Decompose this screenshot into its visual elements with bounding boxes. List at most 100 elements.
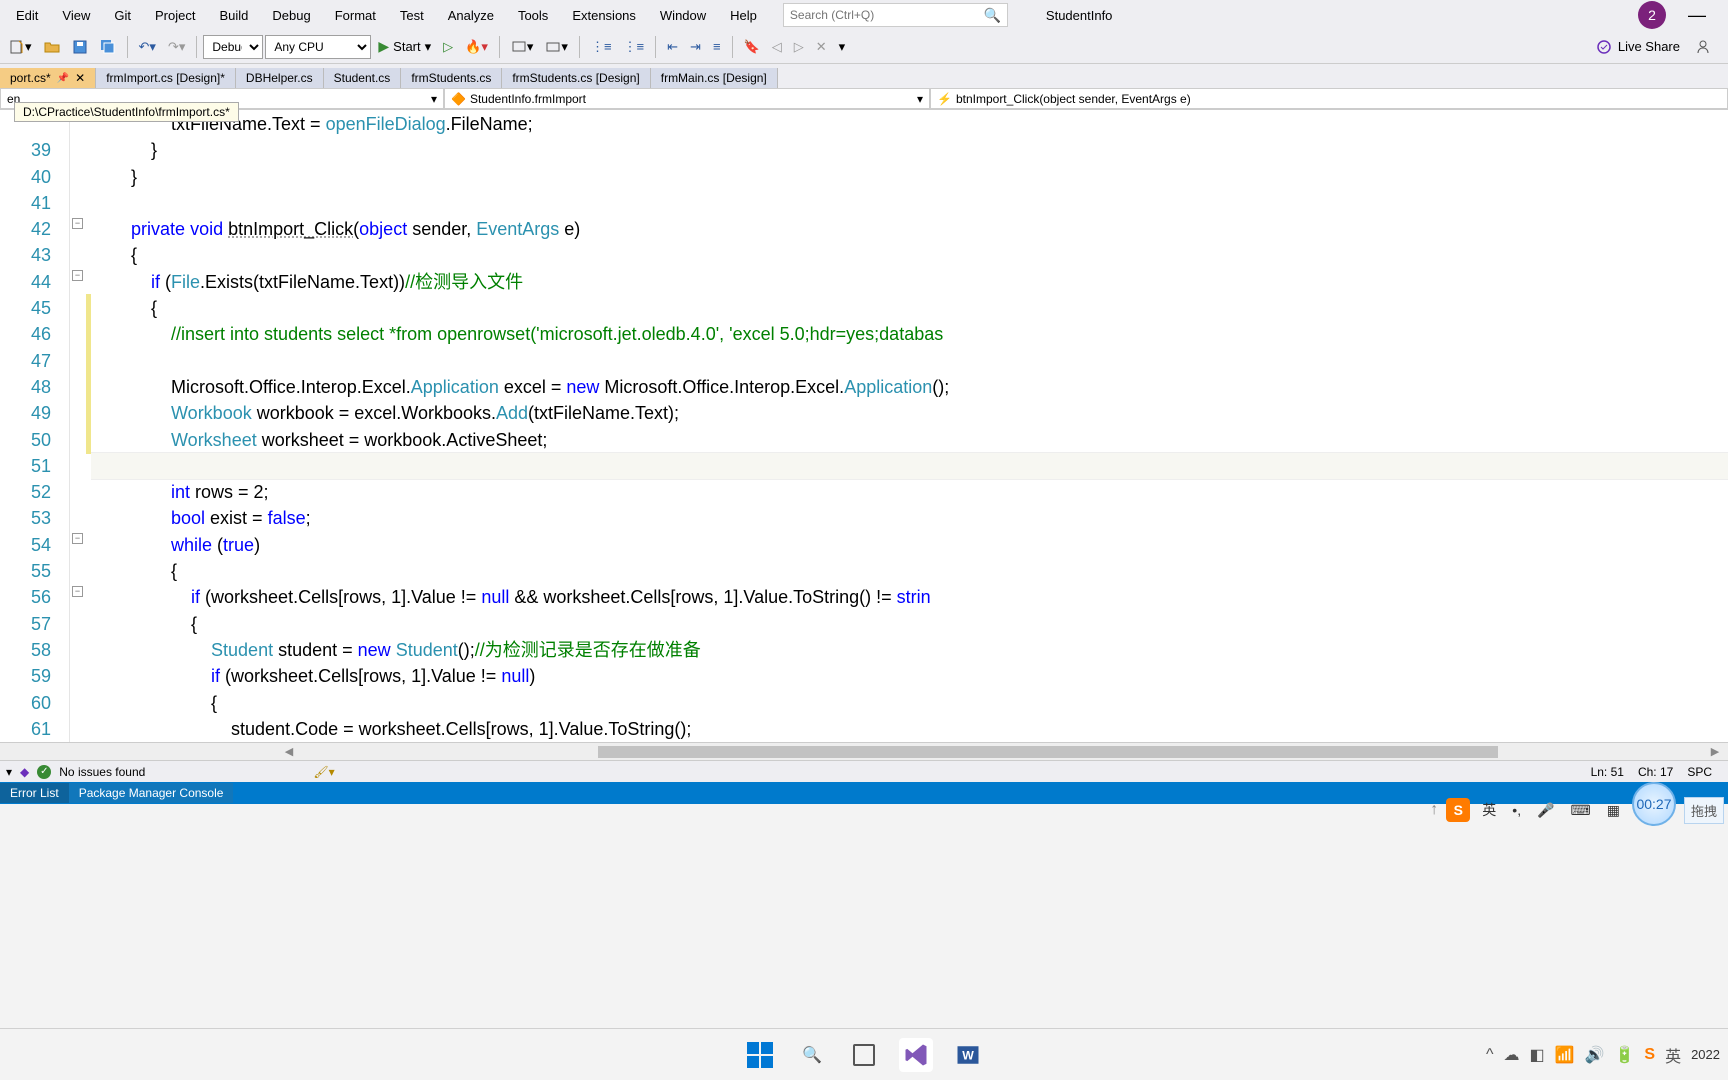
fold-toggle[interactable]: − <box>72 533 83 544</box>
uncomment-button[interactable]: ⋮≡ <box>619 36 650 58</box>
fold-toggle[interactable]: − <box>72 586 83 597</box>
tray-onedrive-icon[interactable]: ☁ <box>1504 1045 1520 1065</box>
save-button[interactable] <box>67 36 93 58</box>
search-icon: 🔍 <box>983 7 1000 24</box>
task-view-icon[interactable] <box>847 1038 881 1072</box>
scroll-thumb[interactable] <box>598 746 1498 758</box>
panel-pkg-console[interactable]: Package Manager Console <box>69 783 234 803</box>
code-area[interactable]: txtFileName.Text = openFileDialog.FileNa… <box>91 110 1728 742</box>
menu-window[interactable]: Window <box>650 5 716 26</box>
step-button[interactable]: ▾ <box>540 36 573 58</box>
menu-test[interactable]: Test <box>390 5 434 26</box>
code-editor[interactable]: 3940414243444546474849505152535455565758… <box>0 110 1728 742</box>
visual-studio-icon[interactable] <box>899 1038 933 1072</box>
drag-label[interactable]: 拖拽 <box>1684 797 1724 824</box>
toolbar-overflow-button[interactable]: ▾ <box>834 36 851 58</box>
line-indicator: Ln: 51 <box>1591 765 1624 779</box>
tray-chevron-icon[interactable]: ^ <box>1486 1046 1494 1064</box>
tab-frmimport-cs[interactable]: port.cs* 📌 ✕ <box>0 68 96 88</box>
tab-frmstudents[interactable]: frmStudents.cs <box>401 68 502 88</box>
start-without-debug-button[interactable]: ▷ <box>438 36 458 58</box>
ime-punct-icon[interactable]: •, <box>1508 800 1525 820</box>
search-input[interactable] <box>790 8 984 22</box>
close-icon[interactable]: ✕ <box>75 71 85 85</box>
tab-student[interactable]: Student.cs <box>324 68 402 88</box>
panel-error-list[interactable]: Error List <box>0 783 69 803</box>
outdent-button[interactable]: ⇤ <box>662 36 683 58</box>
tray-sogou-icon[interactable]: S <box>1644 1046 1655 1064</box>
menu-tools[interactable]: Tools <box>508 5 558 26</box>
start-button[interactable] <box>743 1038 777 1072</box>
menu-debug[interactable]: Debug <box>262 5 320 26</box>
fold-toggle[interactable]: − <box>72 218 83 229</box>
avatar[interactable]: 2 <box>1638 1 1666 29</box>
method-icon: ⚡ <box>937 92 952 106</box>
redo-button[interactable]: ↷▾ <box>163 36 190 58</box>
horizontal-scrollbar[interactable]: ◀ ▶ <box>0 742 1728 760</box>
word-icon[interactable]: W <box>951 1038 985 1072</box>
taskbar: 🔍 W ^ ☁ ◧ 📶 🔊 🔋 S 英 2022 <box>0 1028 1728 1080</box>
svg-text:W: W <box>962 1048 974 1062</box>
fold-toggle[interactable]: − <box>72 270 83 281</box>
ime-lang[interactable]: 英 <box>1478 798 1500 822</box>
up-arrow-icon[interactable]: ↑ <box>1430 801 1438 819</box>
tray-wifi-icon[interactable]: 📶 <box>1555 1045 1575 1065</box>
tab-label: port.cs* <box>10 71 51 85</box>
browser-link-button[interactable]: ▾ <box>506 36 539 58</box>
tray-ime-icon[interactable]: 英 <box>1665 1043 1681 1067</box>
tray-battery-icon[interactable]: 🔋 <box>1614 1045 1634 1065</box>
menu-project[interactable]: Project <box>145 5 205 26</box>
comment-button[interactable]: ⋮≡ <box>586 36 617 58</box>
save-all-button[interactable] <box>95 36 121 58</box>
ime-keyboard-icon[interactable]: ⌨ <box>1567 800 1595 821</box>
new-item-button[interactable]: ▾ <box>4 36 37 58</box>
tray-icon-2[interactable]: ◧ <box>1530 1045 1545 1065</box>
menu-edit[interactable]: Edit <box>6 5 48 26</box>
bookmark-next-button[interactable]: ▷ <box>789 36 809 58</box>
menu-format[interactable]: Format <box>325 5 386 26</box>
tab-frmimport-design[interactable]: frmImport.cs [Design]* <box>96 68 236 88</box>
user-icon[interactable] <box>1690 36 1716 58</box>
nav-class-combo[interactable]: 🔶StudentInfo.frmImport▾ <box>444 88 930 109</box>
platform-combo[interactable]: Any CPU <box>265 35 371 59</box>
ime-mic-icon[interactable]: 🎤 <box>1533 800 1558 821</box>
sogou-icon[interactable]: S <box>1446 798 1470 822</box>
bookmark-button[interactable]: 🔖 <box>739 36 765 58</box>
scroll-left-arrow[interactable]: ◀ <box>280 745 298 758</box>
tray-volume-icon[interactable]: 🔊 <box>1585 1045 1605 1065</box>
menu-extensions[interactable]: Extensions <box>562 5 646 26</box>
scroll-right-arrow[interactable]: ▶ <box>1706 745 1724 758</box>
toolbar: ▾ ↶▾ ↷▾ Debug Any CPU ▶Start ▾ ▷ 🔥▾ ▾ ▾ … <box>0 30 1728 64</box>
tab-frmmain-design[interactable]: frmMain.cs [Design] <box>651 68 778 88</box>
ime-grid-icon[interactable]: ▦ <box>1603 800 1624 821</box>
menu-git[interactable]: Git <box>104 5 141 26</box>
search-app-icon[interactable]: 🔍 <box>795 1038 829 1072</box>
menu-analyze[interactable]: Analyze <box>438 5 504 26</box>
fold-gutter[interactable]: − − − − <box>70 110 86 742</box>
format-button[interactable]: ≡ <box>708 36 726 57</box>
pin-icon[interactable]: 📌 <box>57 73 69 84</box>
tab-frmstudents-design[interactable]: frmStudents.cs [Design] <box>502 68 650 88</box>
start-debug-button[interactable]: ▶Start ▾ <box>373 35 436 58</box>
bookmark-prev-button[interactable]: ◁ <box>767 36 787 58</box>
change-indicator <box>86 110 91 742</box>
hot-reload-button[interactable]: 🔥▾ <box>460 36 493 58</box>
brush-icon[interactable]: 🖌▾ <box>313 765 334 779</box>
clock-widget[interactable]: 00:27 <box>1632 782 1676 826</box>
live-share-button[interactable]: Live Share <box>1596 39 1680 55</box>
search-box[interactable]: 🔍 <box>783 3 1008 27</box>
bookmark-clear-button[interactable]: ✕ <box>811 36 832 58</box>
minimize-button[interactable]: — <box>1682 5 1712 26</box>
document-tabs: port.cs* 📌 ✕ frmImport.cs [Design]* DBHe… <box>0 64 1728 88</box>
menu-help[interactable]: Help <box>720 5 767 26</box>
menu-build[interactable]: Build <box>209 5 258 26</box>
nav-method-combo[interactable]: ⚡btnImport_Click(object sender, EventArg… <box>930 88 1728 109</box>
undo-button[interactable]: ↶▾ <box>134 36 161 58</box>
taskbar-year[interactable]: 2022 <box>1691 1047 1720 1062</box>
open-file-button[interactable] <box>39 36 65 58</box>
indent-button[interactable]: ⇥ <box>685 36 706 58</box>
menu-view[interactable]: View <box>52 5 100 26</box>
tab-dbhelper[interactable]: DBHelper.cs <box>236 68 324 88</box>
file-path-tooltip: D:\CPractice\StudentInfo\frmImport.cs* <box>14 102 239 122</box>
config-combo[interactable]: Debug <box>203 35 263 59</box>
